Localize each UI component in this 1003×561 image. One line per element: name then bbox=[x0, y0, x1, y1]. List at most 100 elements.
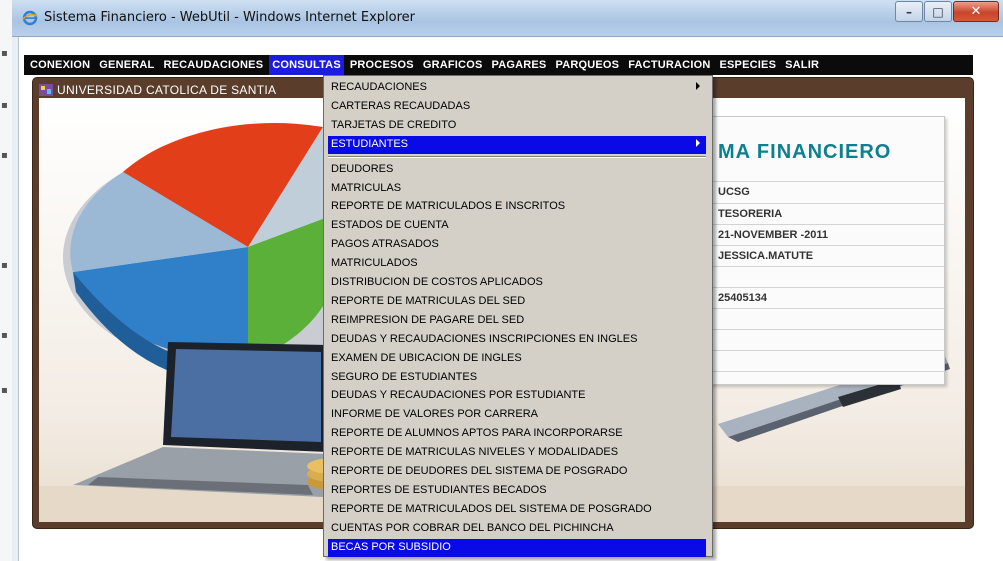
menu-item-label: PAGOS ATRASADOS bbox=[331, 238, 439, 251]
menu-item-label: CARTERAS RECAUDADAS bbox=[331, 99, 471, 112]
university-name: UNIVERSIDAD CATOLICA DE SANTIA bbox=[57, 83, 277, 97]
menu-item-tarjetas-de-credito[interactable]: TARJETAS DE CREDITO bbox=[328, 117, 706, 135]
menu-item-pagos-atrasados[interactable]: PAGOS ATRASADOS bbox=[328, 236, 706, 254]
info-row bbox=[701, 371, 944, 393]
menu-item-distribucion-de-costos-aplicados[interactable]: DISTRIBUCION DE COSTOS APLICADOS bbox=[328, 274, 706, 292]
menu-item-matriculados[interactable]: MATRICULADOS bbox=[328, 255, 706, 273]
menu-item-seguro-de-estudiantes[interactable]: SEGURO DE ESTUDIANTES bbox=[328, 369, 706, 387]
menu-item-reporte-de-matriculados-e-inscritos[interactable]: REPORTE DE MATRICULADOS E INSCRITOS bbox=[328, 198, 706, 216]
menu-item-examen-de-ubicacion-de-ingles[interactable]: EXAMEN DE UBICACION DE INGLES bbox=[328, 350, 706, 368]
title-bar[interactable]: Sistema Financiero - WebUtil - Windows I… bbox=[12, 0, 1003, 37]
consultas-dropdown-menu: RECAUDACIONES CARTERAS RECAUDADAS TARJETAS… bbox=[323, 75, 713, 557]
menu-item-cuentas-por-cobrar-del-banco-del-pichincha[interactable]: CUENTAS POR COBRAR DEL BANCO DEL PICHINC… bbox=[328, 520, 706, 538]
menu-item-label: REPORTE DE MATRICULAS DEL SED bbox=[331, 294, 526, 307]
menu-item-label: REPORTES DE ESTUDIANTES BECADOS bbox=[331, 483, 547, 496]
menu-salir[interactable]: SALIR bbox=[782, 55, 822, 75]
system-title: MA FINANCIERO bbox=[718, 141, 892, 163]
laptop-illustration bbox=[73, 342, 328, 497]
menu-item-label: DEUDAS Y RECAUDACIONES POR ESTUDIANTE bbox=[331, 389, 586, 402]
window-title: Sistema Financiero - WebUtil - Windows I… bbox=[44, 10, 415, 25]
menu-item-reimpresion-de-pagare-del-sed[interactable]: REIMPRESION DE PAGARE DEL SED bbox=[328, 312, 706, 330]
menu-parqueos[interactable]: PARQUEOS bbox=[552, 55, 622, 75]
background-glyph: ▪ bbox=[1, 150, 8, 161]
menu-item-carteras-recaudadas[interactable]: CARTERAS RECAUDADAS bbox=[328, 98, 706, 116]
info-row bbox=[701, 266, 944, 288]
menu-recaudaciones[interactable]: RECAUDACIONES bbox=[160, 55, 266, 75]
close-icon: ✕ bbox=[970, 4, 982, 19]
menu-especies[interactable]: ESPECIES bbox=[716, 55, 779, 75]
menu-item-deudores[interactable]: DEUDORES bbox=[328, 161, 706, 179]
info-value: JESSICA.MATUTE bbox=[718, 250, 814, 262]
menu-item-label: REPORTE DE DEUDORES DEL SISTEMA DE POSGR… bbox=[331, 465, 628, 477]
menu-item-label: REPORTE DE MATRICULADOS DEL SISTEMA DE P… bbox=[331, 502, 652, 515]
menu-pagares[interactable]: PAGARES bbox=[488, 55, 549, 75]
info-row bbox=[701, 329, 944, 351]
info-row bbox=[701, 350, 944, 372]
menu-item-label: REPORTE DE MATRICULAS NIVELES Y MODALIDA… bbox=[331, 446, 619, 459]
menu-item-label: INFORME DE VALORES POR CARRERA bbox=[331, 408, 538, 421]
menu-item-deudas-y-recaudaciones-por-estudiante[interactable]: DEUDAS Y RECAUDACIONES POR ESTUDIANTE bbox=[328, 387, 706, 405]
menu-consultas[interactable]: CONSULTAS bbox=[269, 55, 344, 75]
menu-item-label: DEUDORES bbox=[331, 162, 394, 175]
info-row: 21-NOVEMBER -2011 bbox=[701, 224, 944, 246]
info-card: MA FINANCIERO UCSG TESORERIA 21-NOVEMBER -… bbox=[700, 116, 945, 385]
app-menubar: CONEXION GENERAL RECAUDACIONES CONSULTAS PRO… bbox=[24, 55, 973, 75]
menu-item-label: BECAS POR SUBSIDIO bbox=[331, 540, 451, 553]
background-glyph: ▪ bbox=[1, 385, 8, 396]
close-button[interactable]: ✕ bbox=[953, 1, 999, 22]
content-left-edge bbox=[12, 37, 19, 561]
menu-item-estados-de-cuenta[interactable]: ESTADOS DE CUENTA bbox=[328, 217, 706, 235]
menu-item-label: ESTUDIANTES bbox=[331, 137, 409, 150]
info-row: 25405134 bbox=[701, 287, 944, 309]
info-row: UCSG bbox=[701, 181, 944, 203]
menu-item-reportes-de-estudiantes-becados[interactable]: REPORTES DE ESTUDIANTES BECADOS bbox=[328, 482, 706, 500]
menu-item-label: DISTRIBUCION DE COSTOS APLICADOS bbox=[331, 276, 543, 288]
menu-item-matriculas[interactable]: MATRICULAS bbox=[328, 180, 706, 198]
minimize-button[interactable]: – bbox=[895, 1, 923, 22]
menu-item-reporte-de-alumnos-aptos-para-incorporarse[interactable]: REPORTE DE ALUMNOS APTOS PARA INCORPORAR… bbox=[328, 425, 706, 443]
menu-item-estudiantes[interactable]: ESTUDIANTES bbox=[328, 135, 706, 154]
menu-item-label: RECAUDACIONES bbox=[331, 81, 427, 93]
menu-graficos[interactable]: GRAFICOS bbox=[420, 55, 486, 75]
info-row: JESSICA.MATUTE bbox=[701, 245, 944, 267]
info-row bbox=[701, 308, 944, 330]
menu-item-label: MATRICULAS bbox=[331, 181, 402, 194]
menu-separator bbox=[328, 155, 706, 158]
menu-item-label: EXAMEN DE UBICACION DE INGLES bbox=[331, 351, 522, 364]
menu-facturacion[interactable]: FACTURACION bbox=[625, 55, 713, 75]
window-controls: – □ ✕ bbox=[894, 1, 999, 22]
menu-item-deudas-y-recaudaciones-inscripciones-en-ingles[interactable]: DEUDAS Y RECAUDACIONES INSCRIPCIONES EN … bbox=[328, 331, 706, 349]
background-glyph: ▪ bbox=[1, 260, 8, 271]
background-glyph: ▪ bbox=[1, 100, 8, 111]
menu-conexion[interactable]: CONEXION bbox=[27, 55, 93, 75]
menu-item-reporte-de-matriculas-niveles-y-modalidades[interactable]: REPORTE DE MATRICULAS NIVELES Y MODALIDA… bbox=[328, 444, 706, 462]
background-glyph: ▪ bbox=[1, 330, 8, 341]
menu-item-informe-de-valores-por-carrera[interactable]: INFORME DE VALORES POR CARRERA bbox=[328, 406, 706, 424]
menu-item-recaudaciones[interactable]: RECAUDACIONES bbox=[328, 79, 706, 97]
minimize-icon: – bbox=[906, 4, 912, 19]
university-icon bbox=[39, 84, 53, 96]
menu-item-label: MATRICULADOS bbox=[331, 257, 418, 270]
maximize-button[interactable]: □ bbox=[924, 1, 952, 22]
menu-item-reporte-de-deudores-del-sistema-de-posgrado[interactable]: REPORTE DE DEUDORES DEL SISTEMA DE POSGR… bbox=[328, 463, 706, 481]
menu-item-label: ESTADOS DE CUENTA bbox=[331, 219, 449, 232]
submenu-arrow-icon bbox=[696, 82, 700, 90]
menu-item-reporte-de-matriculas-del-sed[interactable]: REPORTE DE MATRICULAS DEL SED bbox=[328, 293, 706, 311]
menu-item-label: SEGURO DE ESTUDIANTES bbox=[331, 370, 478, 383]
menu-item-label: REPORTE DE MATRICULADOS E INSCRITOS bbox=[331, 200, 566, 213]
info-value: TESORERIA bbox=[718, 208, 783, 220]
menu-item-becas-por-subsidio[interactable]: BECAS POR SUBSIDIO bbox=[328, 538, 706, 557]
submenu-arrow-icon bbox=[696, 138, 700, 147]
menu-item-label: DEUDAS Y RECAUDACIONES INSCRIPCIONES EN … bbox=[331, 332, 638, 345]
menu-general[interactable]: GENERAL bbox=[96, 55, 157, 75]
menu-item-reporte-de-matriculados-del-sistema-de-posgrado[interactable]: REPORTE DE MATRICULADOS DEL SISTEMA DE P… bbox=[328, 501, 706, 519]
info-value: 21-NOVEMBER -2011 bbox=[718, 229, 829, 241]
menu-procesos[interactable]: PROCESOS bbox=[347, 55, 417, 75]
menu-item-label: REIMPRESION DE PAGARE DEL SED bbox=[331, 313, 525, 326]
menu-item-label: CUENTAS POR COBRAR DEL BANCO DEL PICHINC… bbox=[331, 521, 614, 534]
info-value: 25405134 bbox=[718, 292, 767, 304]
background-glyph: ▪ bbox=[1, 48, 8, 59]
internet-explorer-icon bbox=[22, 10, 38, 26]
menu-item-label: TARJETAS DE CREDITO bbox=[331, 118, 457, 131]
info-value: UCSG bbox=[718, 186, 750, 198]
